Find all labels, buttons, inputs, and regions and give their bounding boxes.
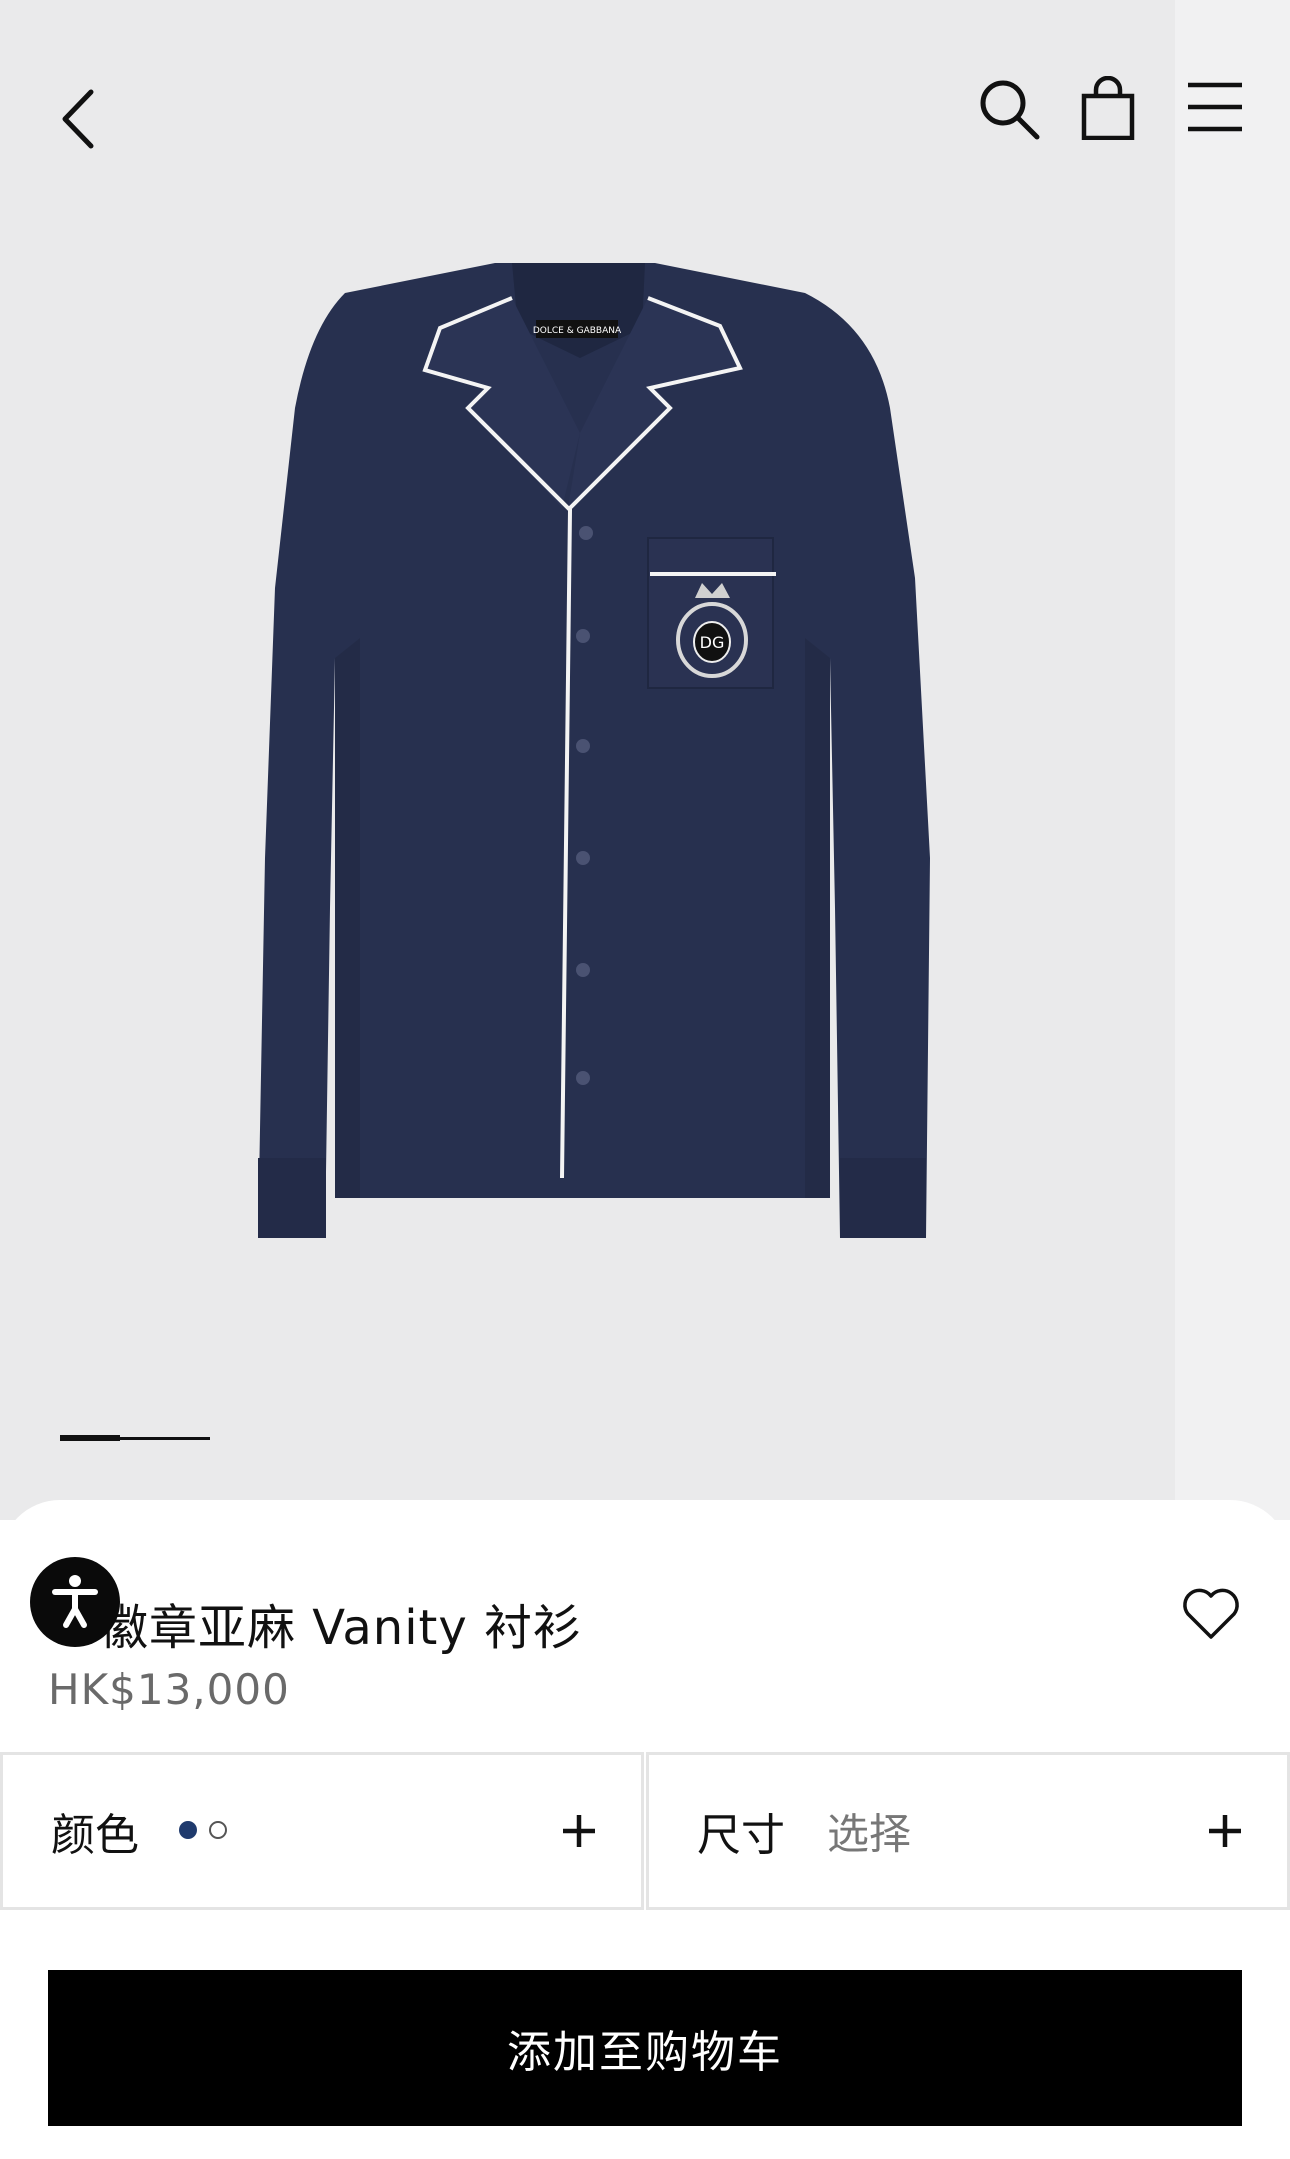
- bag-icon[interactable]: [1080, 76, 1136, 140]
- product-title: 徽章亚麻 Vanity 衬衫: [100, 1600, 583, 1656]
- menu-icon[interactable]: [1186, 80, 1244, 134]
- size-label: 尺寸: [697, 1810, 785, 1861]
- color-selector[interactable]: 颜色: [0, 1752, 644, 1910]
- product-image-area[interactable]: DOLCE & GABBANA DG: [0, 0, 1290, 1520]
- image-edge: [1175, 0, 1290, 1520]
- svg-text:DG: DG: [700, 633, 725, 652]
- svg-text:DOLCE & GABBANA: DOLCE & GABBANA: [533, 326, 622, 336]
- plus-icon[interactable]: [561, 1813, 597, 1849]
- color-swatches: [179, 1821, 239, 1841]
- size-selector[interactable]: 尺寸 选择: [646, 1752, 1290, 1910]
- heart-icon[interactable]: [1180, 1585, 1242, 1643]
- swatch-white[interactable]: [209, 1821, 227, 1839]
- accessibility-figure-icon: [52, 1575, 98, 1628]
- add-to-cart-button[interactable]: 添加至购物车: [48, 1970, 1242, 2126]
- product-price: HK$13,000: [48, 1665, 290, 1714]
- carousel-active-segment: [60, 1435, 120, 1441]
- search-icon[interactable]: [978, 78, 1040, 140]
- swatch-navy[interactable]: [179, 1821, 197, 1839]
- size-value: 选择: [827, 1809, 912, 1859]
- plus-icon[interactable]: [1207, 1813, 1243, 1849]
- carousel-indicator[interactable]: [60, 1435, 210, 1441]
- back-icon[interactable]: [55, 88, 105, 150]
- accessibility-icon[interactable]: [30, 1557, 120, 1647]
- product-shirt-image: DOLCE & GABBANA DG: [258, 263, 930, 1238]
- color-label: 颜色: [51, 1810, 139, 1861]
